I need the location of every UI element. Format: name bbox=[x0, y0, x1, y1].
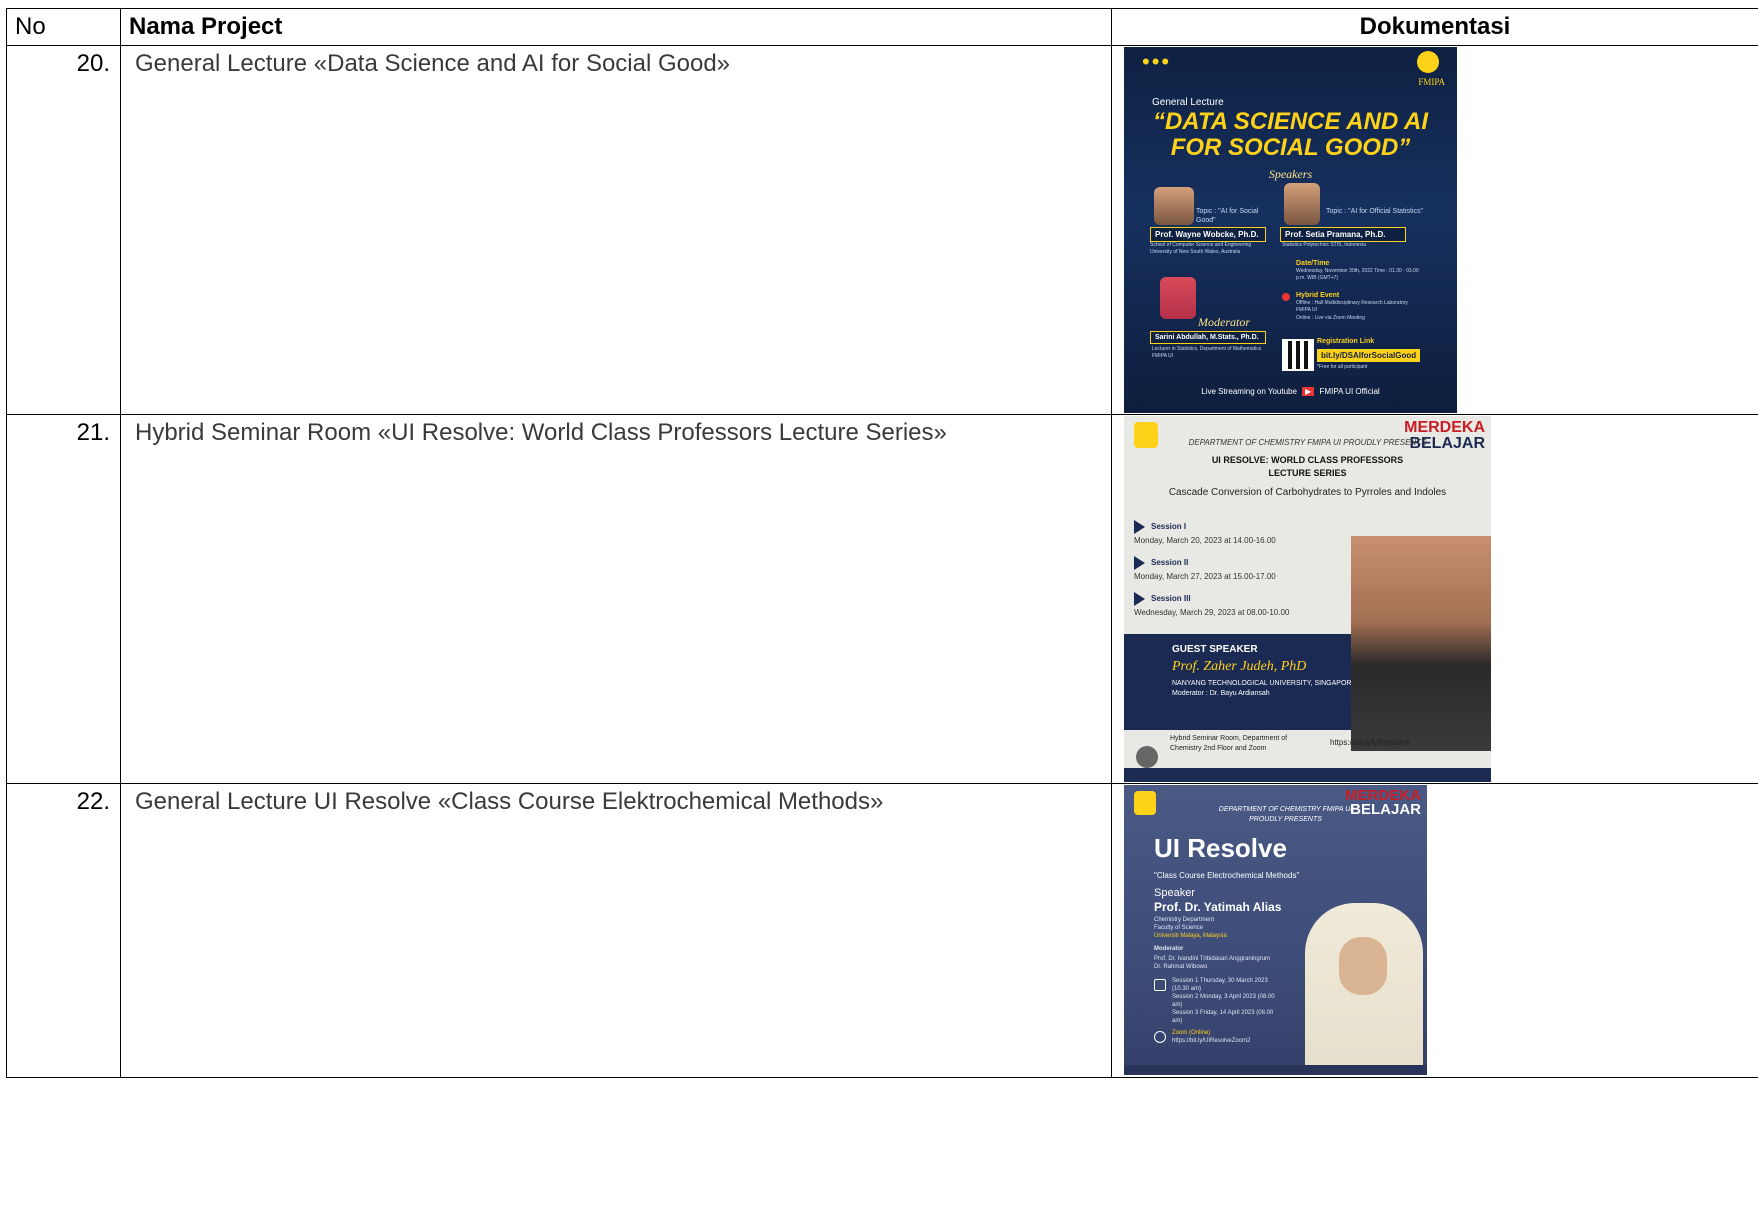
session-item: Session II Monday, March 27, 2023 at 15.… bbox=[1134, 556, 1276, 584]
session2: Session 2 Monday, 3 April 2023 (08.00 am… bbox=[1172, 994, 1275, 1008]
merdeka-belajar-logo: MERDEKA BELAJAR bbox=[1404, 420, 1485, 452]
university-logo bbox=[1134, 791, 1156, 815]
poster-link[interactable]: https://bit.ly/UIResolve bbox=[1330, 738, 1410, 747]
row-number: 21. bbox=[6, 414, 121, 784]
play-icon bbox=[1134, 556, 1145, 570]
poster-speakers-label: Speakers bbox=[1268, 167, 1313, 181]
poster-headline: UI Resolve bbox=[1154, 833, 1287, 863]
registration-label: Registration Link bbox=[1317, 338, 1375, 345]
speaker1-affil: School of Computer Science and Engineeri… bbox=[1150, 242, 1252, 255]
guest-speaker-band: GUEST SPEAKER Prof. Zaher Judeh, PhD NAN… bbox=[1124, 634, 1384, 730]
speaker2-topic: Topic : "AI for Official Statistics" bbox=[1326, 208, 1424, 215]
play-icon bbox=[1134, 592, 1145, 606]
session-item: Session I Monday, March 20, 2023 at 14.0… bbox=[1134, 520, 1276, 548]
link-icon bbox=[1154, 1031, 1166, 1043]
session3: Session 3 Friday, 14 April 2023 (08.00 a… bbox=[1172, 1010, 1274, 1024]
guest-speaker-photo bbox=[1351, 536, 1491, 751]
header-documentation: Dokumentasi bbox=[1111, 8, 1758, 46]
poster-datetime-label: Date/Time bbox=[1296, 260, 1330, 267]
table-row: 22. General Lecture UI Resolve «Class Co… bbox=[6, 783, 1758, 1078]
poster-subtitle: "Class Course Electrochemical Methods" bbox=[1154, 871, 1300, 880]
university-logo bbox=[1417, 51, 1439, 73]
poster-label: General Lecture bbox=[1152, 97, 1224, 108]
streaming-info: Live Streaming on Youtube ▶ FMIPA UI Off… bbox=[1124, 387, 1457, 396]
speaker-label: Speaker bbox=[1154, 887, 1195, 899]
session-name: Session III bbox=[1151, 594, 1191, 604]
project-title: General Lecture UI Resolve «Class Course… bbox=[120, 783, 1112, 1078]
zoom-label: Zoom (Online) bbox=[1172, 1030, 1211, 1036]
session-item: Session III Wednesday, March 29, 2023 at… bbox=[1134, 592, 1289, 620]
table-row: 20. General Lecture «Data Science and AI… bbox=[6, 45, 1758, 415]
avatar-icon bbox=[1136, 746, 1158, 768]
session-date: Monday, March 20, 2023 at 14.00-16.00 bbox=[1134, 536, 1276, 546]
poster-brand: FMIPA bbox=[1418, 77, 1445, 87]
moderator1: Prof. Dr. Ivandini Tribidasari Anggranin… bbox=[1154, 956, 1271, 962]
speaker2-affil: Statistics Polytechnic STIS, Indonesia bbox=[1282, 242, 1366, 248]
poster-moderator-label: Moderator bbox=[1198, 315, 1250, 329]
poster-location: Hybrid Seminar Room, Department of Chemi… bbox=[1170, 735, 1288, 752]
moderator-affil: Lecturer in Statistics, Department of Ma… bbox=[1152, 346, 1262, 359]
registration-link[interactable]: bit.ly/DSAIforSocialGood bbox=[1317, 349, 1421, 362]
poster-dept: DEPARTMENT OF CHEMISTRY FMIPA UI PROUDLY… bbox=[1188, 438, 1427, 447]
session-name: Session I bbox=[1151, 522, 1187, 532]
header-no: No bbox=[6, 8, 121, 46]
row-number: 22. bbox=[6, 783, 121, 1078]
youtube-icon: ▶ bbox=[1302, 387, 1315, 396]
brand-top: MERDEKA bbox=[1404, 419, 1485, 436]
project-table: No Nama Project Dokumentasi 20. General … bbox=[6, 8, 1758, 1078]
streaming-text: Live Streaming on Youtube bbox=[1201, 387, 1297, 396]
speaker1-name: Prof. Wayne Wobcke, Ph.D. bbox=[1150, 227, 1266, 242]
registration-note: *Free for all participant bbox=[1317, 364, 1368, 370]
documentation-cell: ••• FMIPA General Lecture “DATA SCIENCE … bbox=[1111, 45, 1758, 415]
poster-hybrid-online: Online : Live via Zoom Meeting bbox=[1296, 315, 1365, 321]
session-date: Monday, March 27, 2023 at 15.00-17.00 bbox=[1134, 572, 1276, 582]
speaker-affil1: Chemistry Department bbox=[1154, 917, 1215, 923]
documentation-cell: MERDEKA BELAJAR DEPARTMENT OF CHEMISTRY … bbox=[1111, 414, 1758, 784]
row-number: 20. bbox=[6, 45, 121, 415]
speaker2-name: Prof. Setia Pramana, Ph.D. bbox=[1280, 227, 1406, 242]
session-date: Wednesday, March 29, 2023 at 08.00-10.00 bbox=[1134, 608, 1290, 618]
calendar-icon bbox=[1154, 979, 1166, 991]
poster-hybrid-offline: Offline : Hall Multidisciplinary Researc… bbox=[1296, 300, 1408, 313]
table-header-row: No Nama Project Dokumentasi bbox=[6, 8, 1758, 46]
speaker1-photo bbox=[1154, 187, 1194, 225]
speaker-face bbox=[1339, 937, 1387, 995]
poster-data-science: ••• FMIPA General Lecture “DATA SCIENCE … bbox=[1124, 47, 1457, 413]
moderator2: Dr. Rahmat Wibowo bbox=[1154, 964, 1208, 970]
moderator-name: Sarini Abdullah, M.Stats., Ph.D. bbox=[1150, 331, 1266, 344]
channel-name: FMIPA UI Official bbox=[1319, 387, 1380, 396]
table-row: 21. Hybrid Seminar Room «UI Resolve: Wor… bbox=[6, 414, 1758, 784]
play-icon bbox=[1134, 520, 1145, 534]
moderator-label: Moderator bbox=[1154, 946, 1184, 952]
speaker-affil2: Faculty of Science bbox=[1154, 925, 1204, 931]
moderator-photo bbox=[1160, 277, 1196, 319]
poster-ui-resolve-wcp: MERDEKA BELAJAR DEPARTMENT OF CHEMISTRY … bbox=[1124, 416, 1491, 782]
menu-dots-icon: ••• bbox=[1142, 49, 1172, 74]
speaker-photo bbox=[1305, 903, 1423, 1075]
poster-title: UI RESOLVE: WORLD CLASS PROFESSORS LECTU… bbox=[1211, 455, 1404, 478]
qr-code[interactable] bbox=[1282, 339, 1314, 371]
header-project-name: Nama Project bbox=[120, 8, 1112, 46]
project-title: Hybrid Seminar Room «UI Resolve: World C… bbox=[120, 414, 1112, 784]
poster-hybrid-label: Hybrid Event bbox=[1296, 292, 1340, 299]
poster-footer bbox=[1124, 1065, 1427, 1075]
zoom-link[interactable]: https://bit.ly/UIResolveZoom2 bbox=[1172, 1037, 1250, 1045]
poster-dept: DEPARTMENT OF CHEMISTRY FMIPA UI PROUDLY… bbox=[1218, 806, 1353, 823]
documentation-cell: MERDEKA BELAJAR DEPARTMENT OF CHEMISTRY … bbox=[1111, 783, 1758, 1078]
location-pin-icon bbox=[1282, 293, 1290, 301]
poster-datetime: Wednesday, November 30th, 2022 Time : 01… bbox=[1296, 268, 1419, 281]
speaker-affil3: Universiti Malaya, Malaysia bbox=[1154, 933, 1227, 939]
project-title: General Lecture «Data Science and AI for… bbox=[120, 45, 1112, 415]
session1: Session 1 Thursday, 30 March 2023 (10.30… bbox=[1172, 978, 1268, 992]
poster-subtitle: Cascade Conversion of Carbohydrates to P… bbox=[1168, 487, 1447, 498]
poster-headline: “DATA SCIENCE AND AI FOR SOCIAL GOOD” bbox=[1152, 108, 1429, 161]
speaker2-photo bbox=[1284, 183, 1320, 225]
session-name: Session II bbox=[1151, 558, 1189, 568]
poster-footer bbox=[1124, 768, 1491, 782]
poster-ui-resolve-electrochem: MERDEKA BELAJAR DEPARTMENT OF CHEMISTRY … bbox=[1124, 785, 1427, 1075]
speaker-name: Prof. Dr. Yatimah Alias bbox=[1154, 900, 1282, 914]
speaker1-topic: Topic : "AI for Social Good" bbox=[1196, 208, 1259, 224]
